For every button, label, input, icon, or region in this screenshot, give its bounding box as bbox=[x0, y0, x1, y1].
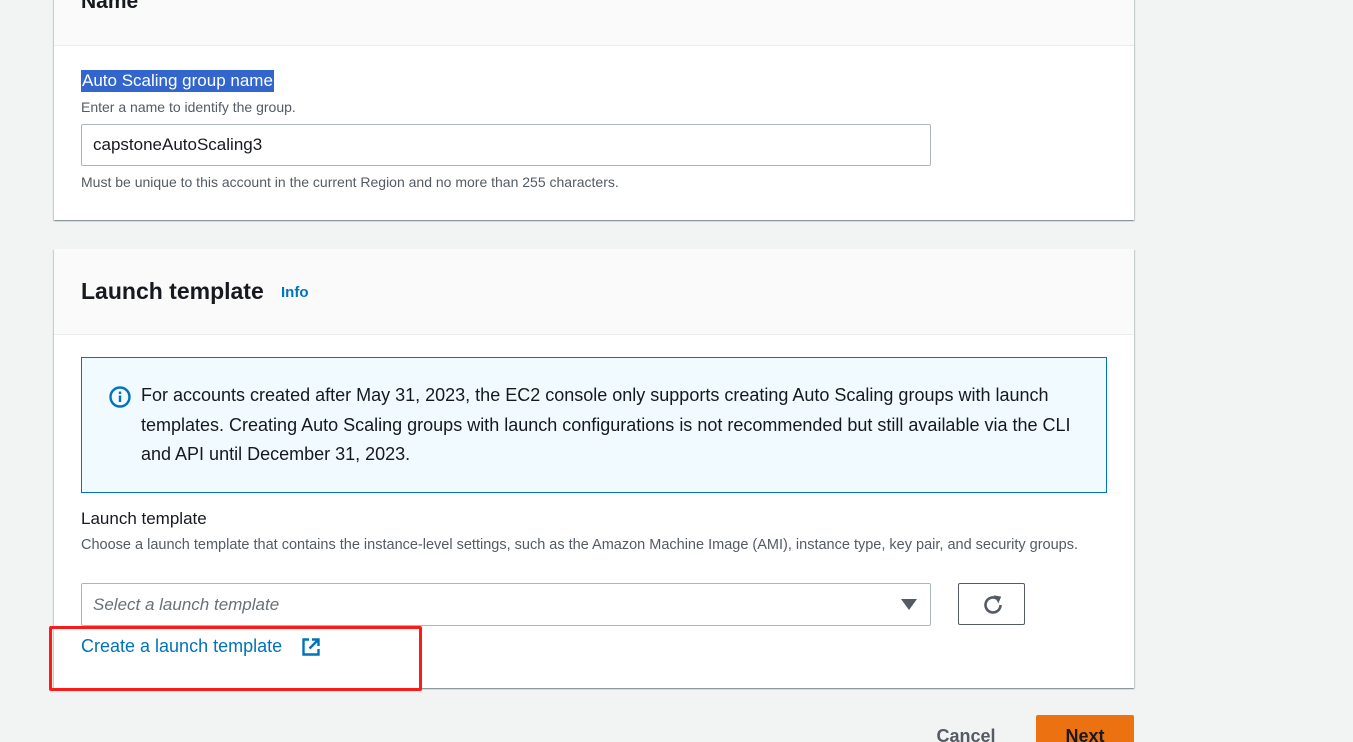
launch-template-select[interactable]: Select a launch template bbox=[81, 583, 931, 626]
launch-template-panel: Launch template Info For accounts create… bbox=[54, 249, 1134, 688]
asg-name-input[interactable]: capstoneAutoScaling3 bbox=[81, 124, 931, 166]
name-panel-header: Name bbox=[54, 0, 1134, 46]
asg-name-label: Auto Scaling group name bbox=[81, 70, 274, 92]
refresh-button[interactable] bbox=[958, 583, 1025, 625]
name-panel-title: Name bbox=[81, 0, 139, 13]
launch-template-panel-title: Launch template bbox=[81, 278, 264, 304]
next-button[interactable]: Next bbox=[1036, 715, 1134, 742]
refresh-icon bbox=[984, 595, 1002, 614]
create-launch-template-link[interactable]: Create a launch template bbox=[81, 635, 282, 657]
launch-template-description: Choose a launch template that contains t… bbox=[81, 537, 1079, 553]
info-alert: For accounts created after May 31, 2023,… bbox=[81, 357, 1107, 493]
name-panel: Name Auto Scaling group name Enter a nam… bbox=[54, 0, 1134, 220]
launch-template-panel-header: Launch template Info bbox=[54, 249, 1134, 335]
asg-name-constraint: Must be unique to this account in the cu… bbox=[81, 174, 619, 190]
info-link[interactable]: Info bbox=[281, 284, 309, 301]
launch-template-select-placeholder: Select a launch template bbox=[93, 595, 280, 614]
info-alert-text: For accounts created after May 31, 2023,… bbox=[141, 385, 1071, 464]
cancel-button[interactable]: Cancel bbox=[918, 716, 1014, 742]
asg-name-description: Enter a name to identify the group. bbox=[81, 99, 296, 115]
create-auto-scaling-group-page: Name Auto Scaling group name Enter a nam… bbox=[0, 0, 1353, 742]
external-link-icon[interactable] bbox=[301, 637, 321, 657]
launch-template-label: Launch template bbox=[81, 509, 207, 528]
caret-down-icon bbox=[901, 599, 917, 610]
info-circle-icon bbox=[109, 386, 131, 408]
